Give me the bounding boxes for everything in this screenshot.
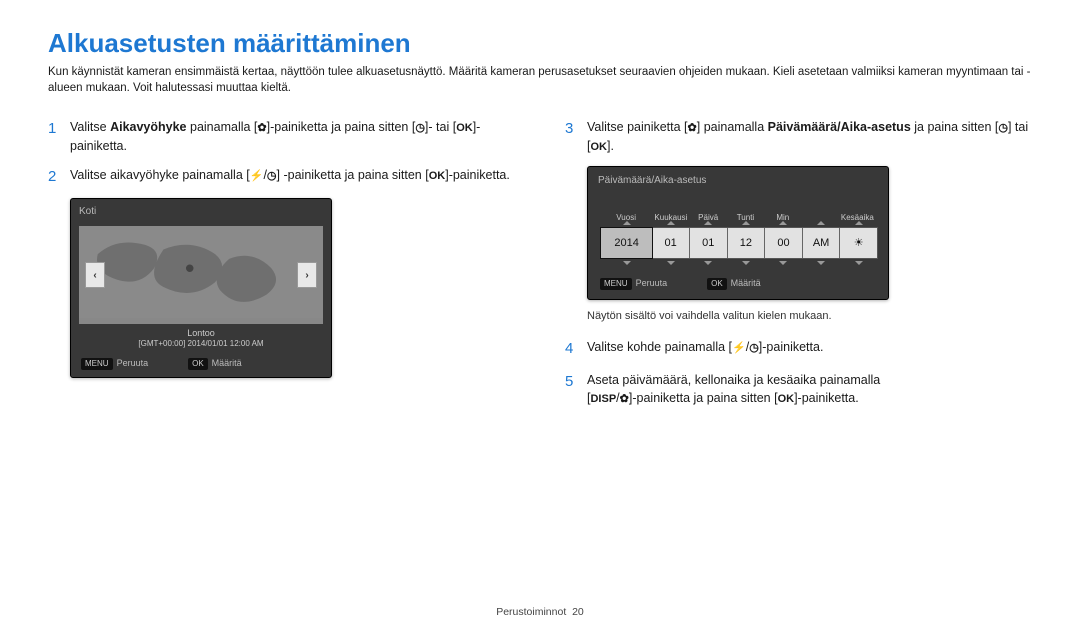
- dt-ampm-cell[interactable]: AM: [803, 228, 841, 259]
- lcd2-title: Päivämäärä/Aika-asetus: [588, 167, 888, 188]
- flash-icon: ⚡: [250, 170, 264, 182]
- step-number-2: 2: [48, 166, 62, 189]
- timer-icon: ◷: [267, 170, 277, 182]
- lcd-title: Koti: [71, 199, 331, 222]
- right-column: 3 Valitse painiketta [✿] painamalla Päiv…: [565, 118, 1032, 418]
- timezone-lcd: Koti ‹ › Lontoo [GMT+00:00] 2014/01/01 1…: [70, 198, 332, 378]
- step-3-text: Valitse painiketta [✿] painamalla Päiväm…: [587, 118, 1032, 156]
- ok-icon: OK: [778, 393, 795, 405]
- flash-icon: ⚡: [732, 342, 746, 354]
- dt-column-labels: Vuosi Kuukausi Päivä Tunti Min Kesäaika: [600, 212, 876, 224]
- left-column: 1 Valitse Aikavyöhyke painamalla [✿]-pai…: [48, 118, 515, 418]
- lcd-set[interactable]: OKMääritä: [188, 357, 242, 371]
- ok-icon: OK: [456, 122, 473, 134]
- timer-icon: ◷: [415, 122, 425, 134]
- lcd2-cancel[interactable]: MENUPeruuta: [600, 277, 667, 291]
- dt-month-cell[interactable]: 01: [652, 228, 690, 259]
- map-left-button[interactable]: ‹: [85, 262, 105, 288]
- step-2-text: Valitse aikavyöhyke painamalla [⚡/◷] -pa…: [70, 166, 515, 189]
- dt-hour-cell[interactable]: 12: [728, 228, 766, 259]
- macro-icon: ✿: [257, 122, 266, 134]
- page-footer: Perustoiminnot 20: [0, 606, 1080, 618]
- lcd2-set[interactable]: OKMääritä: [707, 277, 761, 291]
- dt-dst-cell[interactable]: ☀: [840, 228, 877, 259]
- intro-text: Kun käynnistät kameran ensimmäistä kerta…: [48, 65, 1032, 96]
- step-number-5: 5: [565, 371, 579, 409]
- step-5-text: Aseta päivämäärä, kellonaika ja kesäaika…: [587, 371, 1032, 409]
- world-map: ‹ ›: [79, 226, 323, 324]
- step-4-text: Valitse kohde painamalla [⚡/◷]-painikett…: [587, 338, 1032, 361]
- map-right-button[interactable]: ›: [297, 262, 317, 288]
- screen-note: Näytön sisältö voi vaihdella valitun kie…: [587, 308, 1032, 325]
- dt-day-cell[interactable]: 01: [690, 228, 728, 259]
- timer-icon: ◷: [749, 342, 759, 354]
- dt-min-cell[interactable]: 00: [765, 228, 803, 259]
- lcd-city-info: Lontoo [GMT+00:00] 2014/01/01 12:00 AM: [71, 326, 331, 353]
- macro-icon: ✿: [620, 393, 629, 405]
- dt-year-cell[interactable]: 2014: [600, 227, 653, 260]
- disp-icon: DISP: [590, 393, 616, 405]
- step-1-text: Valitse Aikavyöhyke painamalla [✿]-paini…: [70, 118, 515, 156]
- step-number-4: 4: [565, 338, 579, 361]
- dt-value-row[interactable]: 2014 01 01 12 00 AM ☀: [600, 227, 878, 260]
- lcd-cancel[interactable]: MENUPeruuta: [81, 357, 148, 371]
- ok-icon: OK: [429, 170, 446, 182]
- macro-icon: ✿: [688, 122, 697, 134]
- step-number-3: 3: [565, 118, 579, 156]
- datetime-lcd: Päivämäärä/Aika-asetus Vuosi Kuukausi Pä…: [587, 166, 889, 300]
- page-title: Alkuasetusten määrittäminen: [48, 28, 1032, 59]
- ok-icon: OK: [590, 141, 607, 153]
- timer-icon: ◷: [998, 122, 1008, 134]
- step-number-1: 1: [48, 118, 62, 156]
